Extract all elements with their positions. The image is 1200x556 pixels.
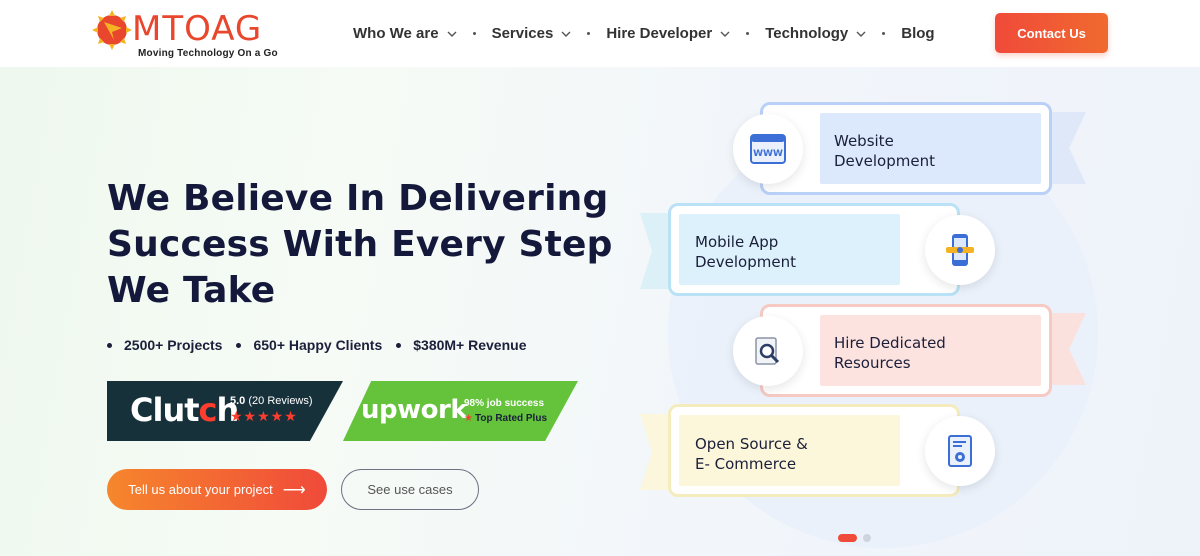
clutch-rating: 5.0 (20 Reviews) <box>230 395 313 407</box>
stat-revenue: $380M+ Revenue <box>396 337 526 353</box>
brand-tagline: Moving Technology On a Go <box>138 48 278 59</box>
service-card-website[interactable]: Website Development <box>760 102 1052 195</box>
star-icon: ★ <box>464 413 473 424</box>
star-rating-icon: ★★★★★ <box>230 408 298 424</box>
nav-label: Blog <box>901 25 935 42</box>
nav-item-who-we-are[interactable]: Who We are <box>353 25 457 42</box>
clutch-badge[interactable]: Clutch 5.0 (20 Reviews) ★★★★★ <box>107 381 343 441</box>
stats-list: 2500+ Projects 650+ Happy Clients $380M+… <box>107 337 540 353</box>
nav-separator <box>472 32 476 35</box>
button-label: Tell us about your project <box>128 482 273 497</box>
site-header: MTOAG Moving Technology On a Go Who We a… <box>0 0 1200 67</box>
service-card-mobile[interactable]: Mobile App Development <box>668 203 960 296</box>
chevron-down-icon <box>447 31 457 37</box>
contact-us-button[interactable]: Contact Us <box>995 13 1108 53</box>
stat-projects: 2500+ Projects <box>107 337 222 353</box>
clutch-score: 5.0 <box>230 395 246 407</box>
hero-heading: We Believe In Delivering Success With Ev… <box>107 176 613 314</box>
nav-separator <box>882 32 886 35</box>
bullet <box>107 342 112 348</box>
nav-label: Hire Developer <box>606 25 713 42</box>
brand-name: MTOAG <box>132 9 263 49</box>
clutch-logo: Clutch <box>130 391 239 429</box>
chevron-down-icon <box>561 31 571 37</box>
hero-text: With <box>269 224 392 265</box>
service-label: Open Source & E- Commerce <box>695 435 808 473</box>
bullet <box>396 342 402 348</box>
upwork-logo: upwork <box>361 395 468 425</box>
clutch-reviews: (20 Reviews) <box>248 395 313 407</box>
upwork-top-text: Top Rated Plus <box>474 413 548 424</box>
hero-text: We Believe In <box>107 178 399 219</box>
clutch-logo-part: c <box>198 391 218 429</box>
hero-line-3: We Take <box>107 270 276 311</box>
nav-separator <box>746 32 750 35</box>
brand-logo[interactable]: MTOAG Moving Technology On a Go <box>92 8 292 62</box>
service-label: Mobile App Development <box>695 233 796 271</box>
upwork-badge[interactable]: upwork 98% job success ★ Top Rated Plus <box>343 381 578 441</box>
service-card-open-source[interactable]: Open Source & E- Commerce <box>668 404 960 497</box>
mobile-app-icon <box>925 215 995 285</box>
service-label: Website Development <box>834 132 935 170</box>
see-use-cases-button[interactable]: See use cases <box>341 469 479 510</box>
upwork-top-rated: ★ Top Rated Plus <box>464 413 547 424</box>
svg-text:WWW: WWW <box>753 149 783 159</box>
stat-text: $380M+ Revenue <box>413 337 527 353</box>
service-card-hire[interactable]: Hire Dedicated Resources <box>760 304 1052 397</box>
arrow-right-icon: ⟶ <box>282 481 306 499</box>
nav-label: Services <box>491 25 554 42</box>
carousel-dot[interactable] <box>863 534 871 542</box>
hero-text-bold: Delivering <box>398 178 609 219</box>
hero-text-bold: Success <box>107 224 270 265</box>
document-gear-icon <box>925 416 995 486</box>
main-nav: Who We are Services Hire Developer Techn… <box>353 25 935 42</box>
chevron-down-icon <box>720 31 730 37</box>
nav-label: Technology <box>765 25 849 42</box>
clutch-logo-part: Clut <box>130 391 200 429</box>
nav-item-hire-developer[interactable]: Hire Developer <box>606 25 730 42</box>
stat-clients: 650+ Happy Clients <box>236 337 382 353</box>
hero-line-1: We Believe In Delivering <box>107 178 608 219</box>
stat-text: 2500+ Projects <box>124 337 223 353</box>
chevron-down-icon <box>856 31 866 37</box>
nav-label: Who We are <box>353 25 439 42</box>
stat-text: 650+ Happy Clients <box>253 337 383 353</box>
nav-item-services[interactable]: Services <box>492 25 572 42</box>
www-browser-icon: WWW <box>733 114 803 184</box>
brand-sun-icon <box>92 10 132 50</box>
hero-line-2: Success With Every Step <box>107 224 613 265</box>
nav-separator <box>587 32 591 35</box>
bullet <box>236 342 242 348</box>
carousel-dots <box>838 534 871 542</box>
carousel-dot-active[interactable] <box>838 534 857 542</box>
service-label: Hire Dedicated Resources <box>834 334 946 372</box>
nav-item-technology[interactable]: Technology <box>765 25 866 42</box>
hero-text-bold: Every Step <box>391 224 613 265</box>
nav-item-blog[interactable]: Blog <box>901 25 934 42</box>
tell-us-project-button[interactable]: Tell us about your project ⟶ <box>107 469 327 510</box>
document-search-icon <box>733 316 803 386</box>
upwork-success: 98% job success <box>464 398 545 409</box>
